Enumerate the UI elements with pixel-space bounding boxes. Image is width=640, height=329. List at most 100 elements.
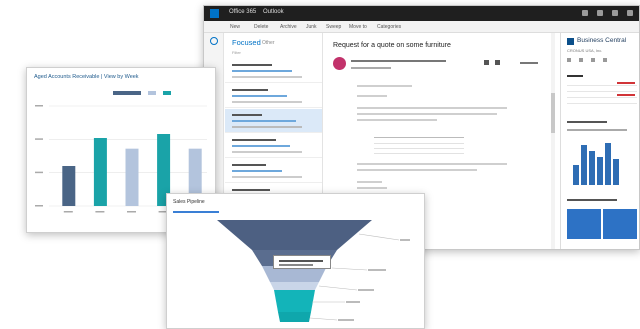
overdue-value [617, 94, 635, 96]
sweep-button[interactable]: Sweep [326, 24, 341, 30]
y-tick-label [35, 171, 43, 174]
flag-icon[interactable] [484, 60, 489, 65]
divider [567, 85, 637, 86]
sender-line [351, 60, 446, 62]
stage-label [358, 289, 374, 291]
pin-icon[interactable] [495, 60, 500, 65]
chart-bar [589, 151, 595, 185]
body-line [357, 119, 437, 121]
preview-placeholder [232, 151, 302, 153]
table-row [374, 148, 464, 149]
app-launcher-icon[interactable] [210, 9, 219, 18]
account-icon[interactable] [627, 10, 633, 16]
body-line [357, 107, 507, 109]
table-row [374, 153, 464, 154]
funnel-stage-6[interactable] [278, 312, 311, 322]
x-tick-label [127, 211, 136, 213]
funnel-tooltip [273, 255, 331, 269]
reply-all-button[interactable] [520, 62, 538, 64]
tooltip-line [279, 264, 313, 266]
date-line [351, 67, 391, 69]
marketing-composite: Office 365 Outlook New Delete Archive Ju… [0, 0, 640, 329]
sender-placeholder [232, 139, 276, 141]
sender-placeholder [232, 164, 266, 166]
funnel-stage-4[interactable] [270, 282, 319, 290]
section-subheading [567, 129, 627, 131]
preview-placeholder [232, 126, 302, 128]
categories-button[interactable]: Categories [377, 24, 401, 30]
chart-bar [581, 145, 587, 185]
stage-label [400, 239, 410, 241]
body-line [357, 95, 387, 97]
stage-leader-line [309, 317, 338, 321]
business-central-pane: Business Central CRONUS USA, Inc. [560, 33, 639, 249]
quote-table [374, 137, 464, 155]
junk-button[interactable]: Junk [306, 24, 317, 30]
chart-bar[interactable] [62, 166, 76, 206]
body-line [357, 113, 497, 115]
help-icon[interactable] [612, 10, 618, 16]
y-tick-label [35, 105, 43, 107]
archive-button[interactable]: Archive [280, 24, 297, 30]
list-item[interactable] [225, 59, 322, 83]
stage-leader-line [331, 267, 368, 271]
list-item[interactable] [225, 84, 322, 108]
chart-bar [613, 159, 619, 185]
tab-other[interactable]: Other [262, 40, 275, 46]
app-label: Outlook [263, 9, 284, 15]
body-line [357, 181, 382, 183]
funnel-stage-5[interactable] [274, 290, 315, 312]
chart-bar [605, 143, 611, 185]
sales-pipeline-window: Sales Pipeline [166, 193, 425, 329]
settings-icon[interactable] [597, 10, 603, 16]
body-line [357, 163, 507, 165]
sender-placeholder [232, 189, 270, 191]
edit-icon[interactable] [567, 58, 571, 62]
overdue-value [617, 82, 635, 84]
new-button[interactable]: New [230, 24, 240, 30]
delete-icon[interactable] [591, 58, 595, 62]
y-tick-label [35, 138, 43, 140]
avatar [333, 57, 346, 70]
outlook-title-bar: Office 365 Outlook [204, 6, 639, 21]
delete-button[interactable]: Delete [254, 24, 268, 30]
notification-icon[interactable] [582, 10, 588, 16]
scroll-thumb[interactable] [551, 93, 555, 133]
new-icon[interactable] [579, 58, 583, 62]
reading-scrollbar[interactable] [551, 33, 555, 249]
sender-placeholder [232, 114, 262, 116]
divider [567, 97, 637, 98]
chart-bar [597, 157, 603, 185]
x-tick-label [63, 211, 73, 213]
message-actions [484, 60, 500, 65]
header-icons [582, 10, 633, 16]
divider [567, 103, 637, 104]
message-subject: Request for a quote on some furniture [333, 42, 451, 49]
list-item[interactable] [225, 134, 322, 158]
body-line [357, 85, 412, 87]
search-icon[interactable] [210, 37, 218, 45]
move-to-button[interactable]: Move to [349, 24, 367, 30]
preview-placeholder [232, 101, 302, 103]
y-tick-label [35, 205, 43, 207]
pane-toolbar [567, 58, 607, 62]
stage-label [338, 319, 354, 321]
filter-button[interactable]: Filter [232, 50, 241, 55]
body-line [357, 187, 387, 189]
chart-bar[interactable] [125, 148, 139, 206]
cue-tile[interactable] [567, 209, 601, 239]
subject-placeholder [232, 145, 290, 147]
preview-placeholder [232, 176, 302, 178]
list-item[interactable] [225, 159, 322, 183]
chart-bar[interactable] [93, 138, 107, 206]
more-icon[interactable] [603, 58, 607, 62]
section-heading [567, 75, 583, 77]
tab-focused[interactable]: Focused [232, 38, 261, 47]
body-line [357, 169, 477, 171]
list-item-selected[interactable] [225, 109, 322, 133]
section-heading [567, 199, 617, 201]
cue-tile[interactable] [603, 209, 637, 239]
divider [567, 91, 637, 92]
x-tick-label [95, 211, 105, 213]
funnel-stage-1[interactable] [217, 220, 372, 250]
